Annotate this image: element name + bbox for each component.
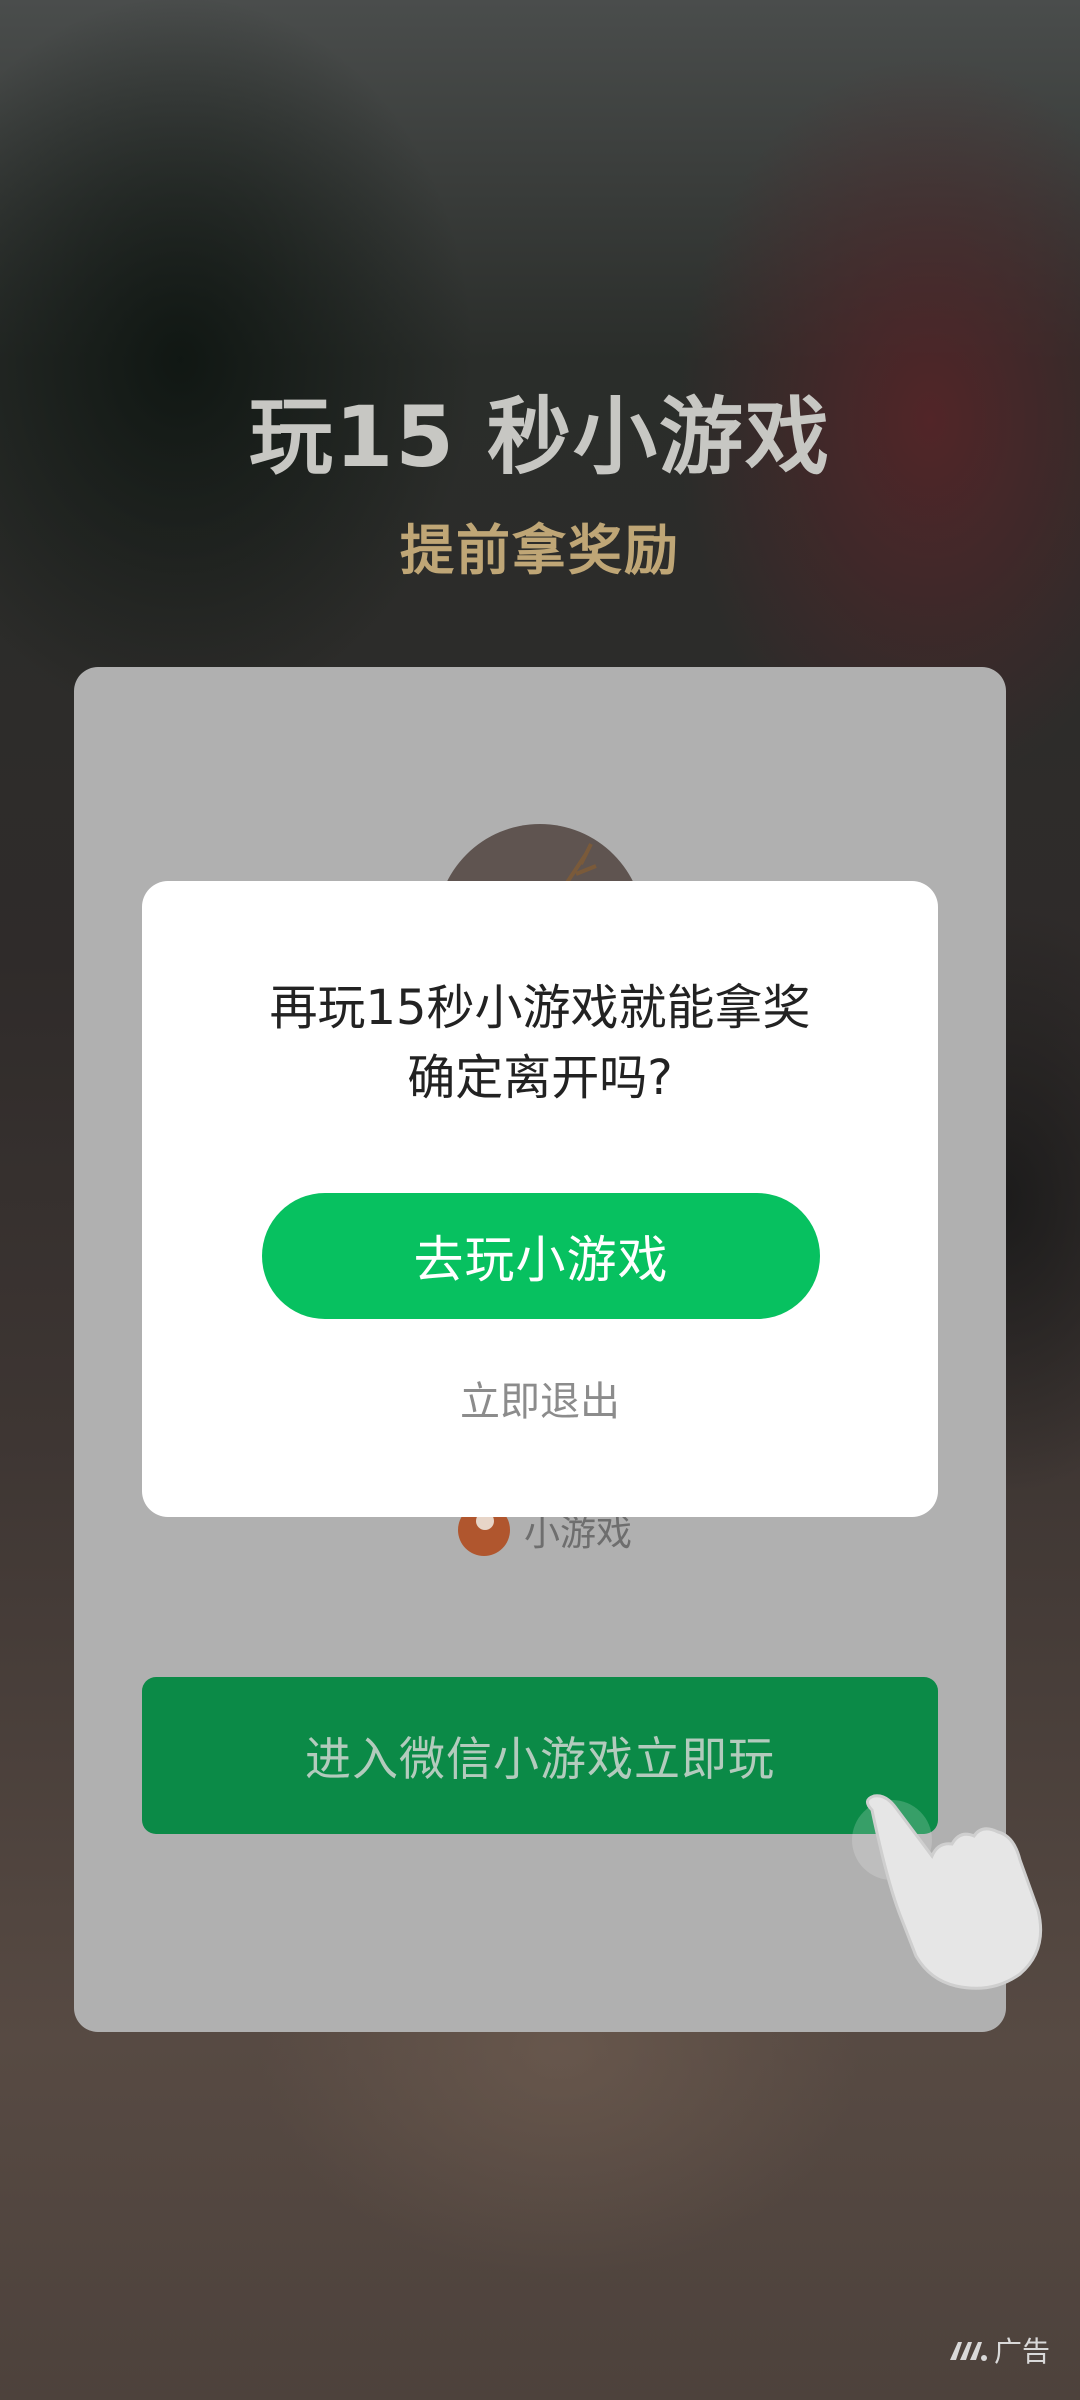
hero-title: 玩15 秒小游戏 [248,388,832,486]
leave-confirm-dialog: 再玩15秒小游戏就能拿奖 确定离开吗? 去玩小游戏 立即退出 [142,881,938,1517]
pointing-hand-icon [852,1794,1043,1990]
dialog-message-line1: 再玩15秒小游戏就能拿奖 [269,980,811,1036]
go-play-button[interactable]: 去玩小游戏 [262,1193,820,1319]
ad-screen: 玩15 秒小游戏 提前拿奖励 ? 小游戏 进入微信小游戏立即玩 再玩15秒小游戏… [0,0,1080,2400]
dialog-message-line2: 确定离开吗? [407,1050,673,1106]
ad-logo-icon [949,2342,987,2361]
enter-mini-game-button[interactable]: 进入微信小游戏立即玩 [142,1677,938,1834]
ad-label: 广告 [993,2335,1050,2368]
dialog-message: 再玩15秒小游戏就能拿奖 确定离开吗? [142,973,938,1113]
ad-badge: 广告 [948,2330,1050,2370]
exit-now-button[interactable]: 立即退出 [142,1369,938,1427]
hero-subtitle: 提前拿奖励 [400,519,680,582]
